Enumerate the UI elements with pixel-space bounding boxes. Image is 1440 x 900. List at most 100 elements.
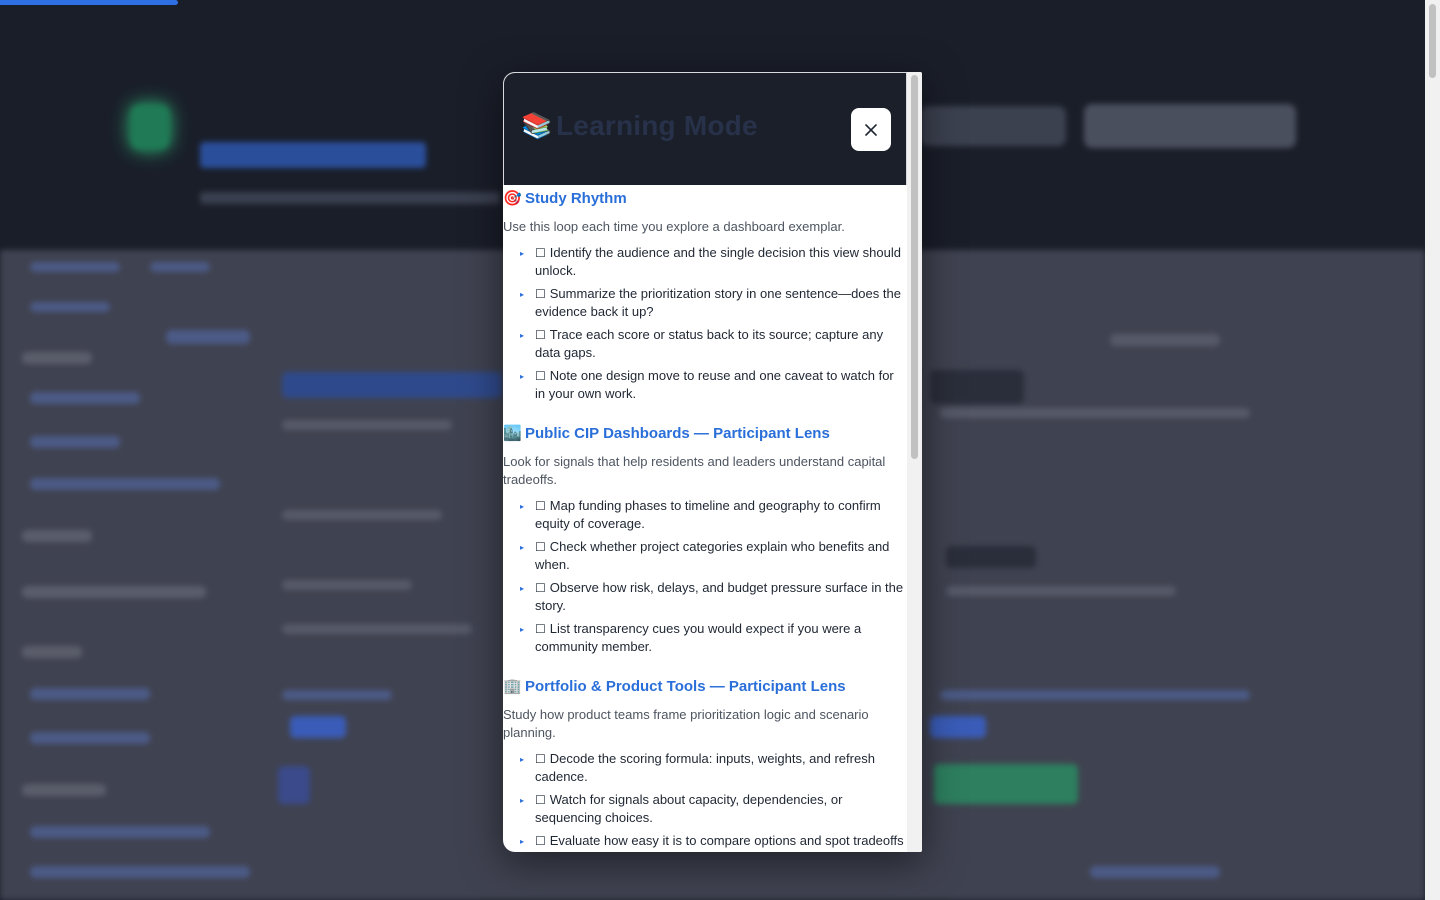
checklist-item-text: Identify the audience and the single dec… xyxy=(535,245,901,278)
section-title-text: Portfolio & Product Tools — Participant … xyxy=(525,677,846,695)
checkbox-icon[interactable]: ☐ xyxy=(535,621,546,638)
background-subtitle xyxy=(200,192,500,204)
background-logo xyxy=(130,104,170,150)
section-title: 🏙️ Public CIP Dashboards — Participant L… xyxy=(503,422,907,444)
background-block xyxy=(290,716,346,738)
bullet-icon: ▸ xyxy=(520,331,525,340)
bullet-icon: ▸ xyxy=(520,625,525,634)
background-block xyxy=(30,688,150,700)
section-title-text: Public CIP Dashboards — Participant Lens xyxy=(525,424,830,442)
background-block xyxy=(150,262,210,272)
background-block xyxy=(1090,866,1220,878)
checkbox-icon[interactable]: ☐ xyxy=(535,498,546,515)
background-title xyxy=(200,142,426,168)
background-block xyxy=(30,478,220,490)
background-block xyxy=(30,826,210,838)
checklist: ▸ ☐ Identify the audience and the single d… xyxy=(503,244,907,402)
checklist-item[interactable]: ▸ ☐ Observe how risk, delays, and budget p… xyxy=(503,579,907,614)
checklist-item[interactable]: ▸ ☐ Summarize the prioritization story in … xyxy=(503,285,907,320)
background-block xyxy=(22,352,92,364)
bullet-icon: ▸ xyxy=(520,755,525,764)
close-button[interactable] xyxy=(851,108,891,151)
checkbox-icon[interactable]: ☐ xyxy=(535,286,546,303)
checklist: ▸ ☐ Map funding phases to timeline and geo… xyxy=(503,497,907,655)
section-portfolio-tools: 🏢 Portfolio & Product Tools — Participan… xyxy=(503,675,907,853)
section-description: Study how product teams frame prioritiza… xyxy=(503,707,869,740)
target-icon: 🎯 xyxy=(503,190,522,207)
section-study-rhythm: 🎯 Study Rhythm Use this loop each time y… xyxy=(503,185,907,402)
page-scrollbar[interactable] xyxy=(1425,0,1440,900)
checkbox-icon[interactable]: ☐ xyxy=(535,751,546,768)
background-block xyxy=(22,530,92,542)
checklist-item[interactable]: ▸ ☐ Map funding phases to timeline and geo… xyxy=(503,497,907,532)
background-block xyxy=(30,392,140,404)
close-icon xyxy=(865,123,877,136)
checklist-item[interactable]: ▸ ☐ Trace each score or status back to its… xyxy=(503,326,907,361)
bullet-icon: ▸ xyxy=(520,796,525,805)
background-header-button xyxy=(920,106,1066,146)
checklist-item-text: Evaluate how easy it is to compare optio… xyxy=(535,833,904,852)
background-block xyxy=(282,580,412,590)
checkbox-icon[interactable]: ☐ xyxy=(535,580,546,597)
checkbox-icon[interactable]: ☐ xyxy=(535,833,546,850)
checklist-item[interactable]: ▸ ☐ Identify the audience and the single d… xyxy=(503,244,907,279)
background-block xyxy=(282,372,502,398)
background-block xyxy=(30,302,110,312)
bullet-icon: ▸ xyxy=(520,290,525,299)
background-block xyxy=(166,330,250,344)
background-block xyxy=(30,262,120,272)
background-block xyxy=(30,436,120,448)
page-scrollbar-thumb[interactable] xyxy=(1429,4,1436,78)
bullet-icon: ▸ xyxy=(520,502,525,511)
checkbox-icon[interactable]: ☐ xyxy=(535,539,546,556)
background-block xyxy=(930,716,986,738)
background-block xyxy=(930,370,1024,404)
dialog-scrollbar-thumb[interactable] xyxy=(911,75,918,459)
background-header-button xyxy=(1084,104,1296,148)
background-block xyxy=(1110,334,1220,346)
background-block xyxy=(30,866,250,878)
checklist-item[interactable]: ▸ ☐ Decode the scoring formula: inputs, we… xyxy=(503,750,907,785)
bullet-icon: ▸ xyxy=(520,584,525,593)
section-description: Look for signals that help residents and… xyxy=(503,454,886,487)
background-block xyxy=(30,732,150,744)
checklist-item-text: List transparency cues you would expect … xyxy=(535,621,862,654)
checklist-item-text: Observe how risk, delays, and budget pre… xyxy=(535,580,904,613)
background-block xyxy=(282,420,452,430)
section-title-text: Study Rhythm xyxy=(525,189,627,207)
checklist-item[interactable]: ▸ ☐ List transparency cues you would expec… xyxy=(503,620,907,655)
bullet-icon: ▸ xyxy=(520,372,525,381)
checklist-item-text: Trace each score or status back to its s… xyxy=(535,327,884,360)
checklist-item[interactable]: ▸ ☐ Evaluate how easy it is to compare opt… xyxy=(503,832,907,852)
background-block xyxy=(22,646,82,658)
checklist-item-text: Watch for signals about capacity, depend… xyxy=(535,792,843,825)
checklist-item-text: Note one design move to reuse and one ca… xyxy=(535,368,894,401)
background-block xyxy=(934,764,1078,804)
background-block xyxy=(282,510,442,520)
checklist: ▸ ☐ Decode the scoring formula: inputs, we… xyxy=(503,750,907,852)
background-block xyxy=(946,546,1036,568)
background-block xyxy=(940,690,1250,700)
bullet-icon: ▸ xyxy=(520,543,525,552)
dialog-header: 📚 Learning Mode xyxy=(503,72,907,185)
background-block xyxy=(282,624,472,634)
checkbox-icon[interactable]: ☐ xyxy=(535,327,546,344)
office-building-icon: 🏢 xyxy=(503,678,522,695)
section-title: 🏢 Portfolio & Product Tools — Participan… xyxy=(503,675,907,697)
checklist-item-text: Summarize the prioritization story in on… xyxy=(535,286,901,319)
section-title: 🎯 Study Rhythm xyxy=(503,187,907,209)
checkbox-icon[interactable]: ☐ xyxy=(535,368,546,385)
background-block xyxy=(22,784,106,796)
background-block xyxy=(940,408,1250,418)
checklist-item-text: Check whether project categories explain… xyxy=(535,539,890,572)
dialog-scrollbar[interactable] xyxy=(907,72,922,852)
checkbox-icon[interactable]: ☐ xyxy=(535,792,546,809)
checklist-item[interactable]: ▸ ☐ Watch for signals about capacity, depe… xyxy=(503,791,907,826)
books-icon: 📚 xyxy=(521,112,553,140)
background-block xyxy=(946,586,1176,596)
bullet-icon: ▸ xyxy=(520,837,525,846)
checklist-item[interactable]: ▸ ☐ Note one design move to reuse and one … xyxy=(503,367,907,402)
checkbox-icon[interactable]: ☐ xyxy=(535,245,546,262)
checklist-item[interactable]: ▸ ☐ Check whether project categories expla… xyxy=(503,538,907,573)
checklist-item-text: Decode the scoring formula: inputs, weig… xyxy=(535,751,875,784)
